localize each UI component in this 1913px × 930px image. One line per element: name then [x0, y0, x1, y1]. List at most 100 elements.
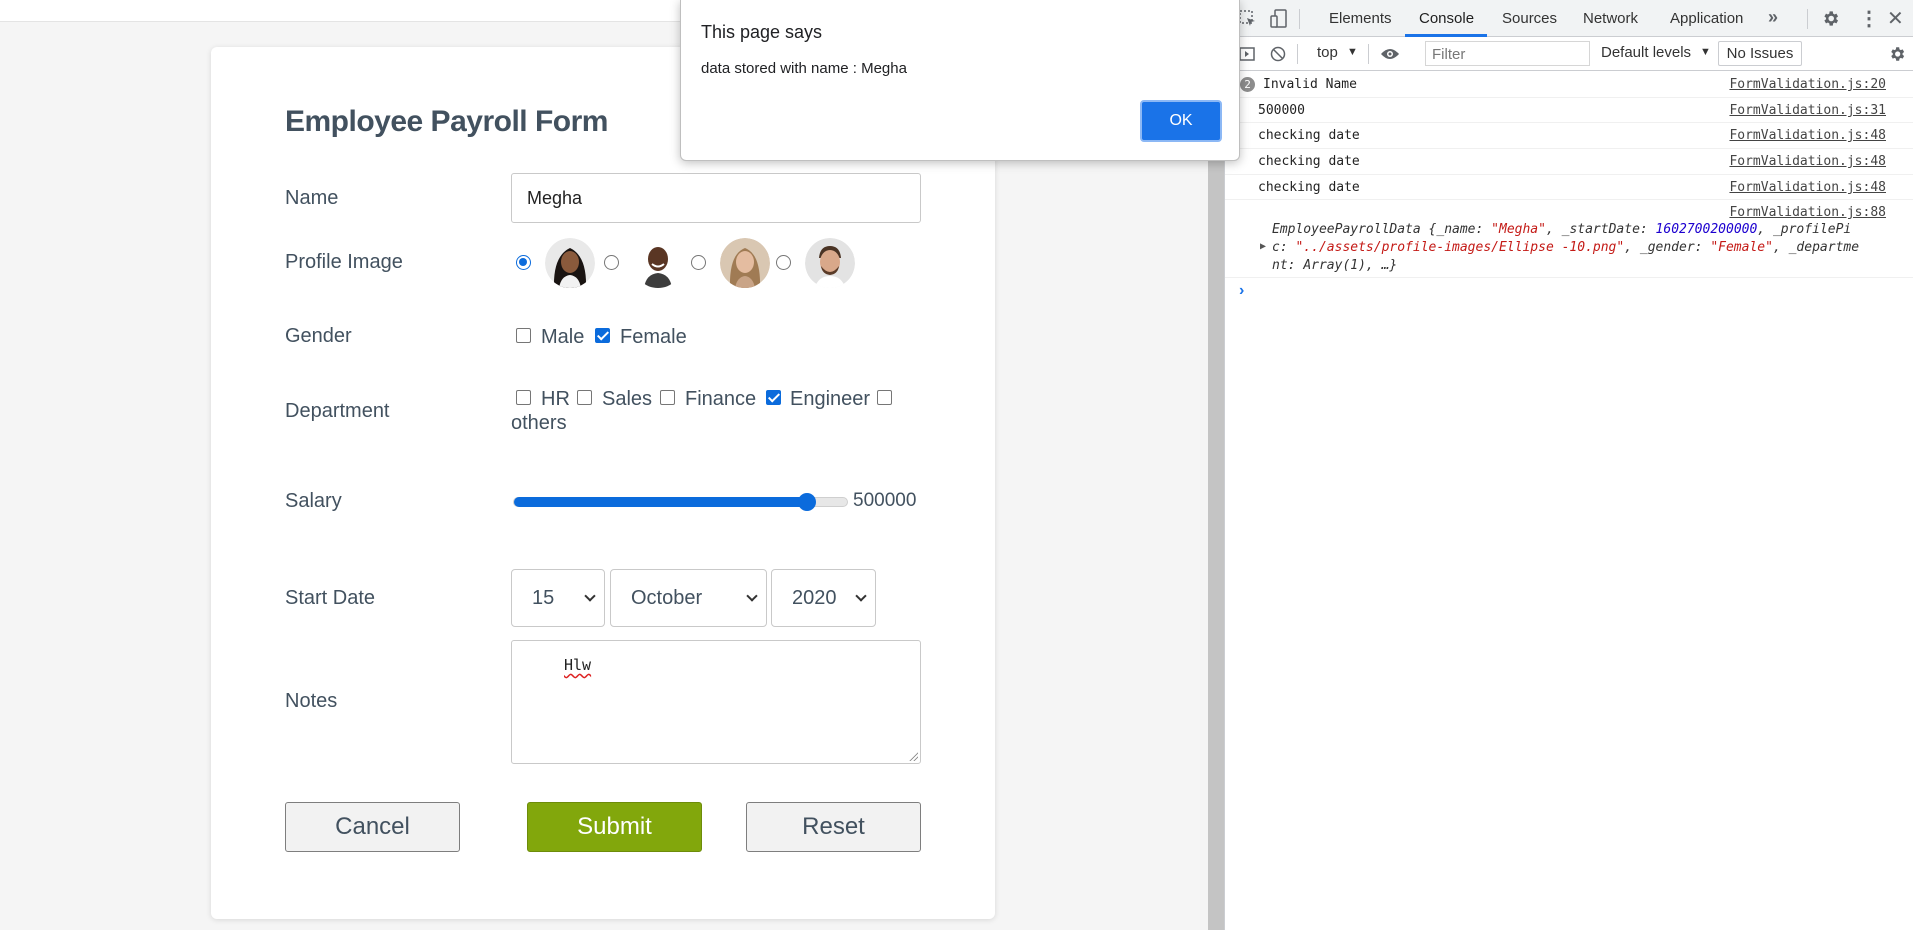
profile-radio-4[interactable]: [776, 255, 791, 270]
avatar-woman-dark-hair-icon[interactable]: [545, 238, 595, 288]
start-day-value: 15: [532, 586, 555, 609]
department-hr-checkbox[interactable]: [516, 390, 531, 405]
chevron-down-icon: [855, 590, 867, 602]
department-sales-checkbox[interactable]: [577, 390, 592, 405]
gender-female-label: Female: [620, 326, 687, 348]
department-hr-label: HR: [541, 388, 570, 410]
more-tabs-icon[interactable]: »: [1768, 7, 1778, 28]
sidebar-toggle-icon[interactable]: [1239, 46, 1255, 62]
log-levels-select[interactable]: Default levels: [1601, 44, 1691, 61]
avatar-man-beard-icon[interactable]: [805, 238, 855, 288]
console-source-link[interactable]: FormValidation.js:88: [1729, 205, 1886, 220]
object-value: 1602700200000: [1655, 222, 1758, 237]
notes-label: Notes: [285, 690, 338, 712]
object-key: _name:: [1436, 222, 1484, 237]
console-message-row: checking date FormValidation.js:48: [1225, 175, 1913, 200]
department-others-label: others: [511, 412, 567, 434]
avatar-woman-light-hair-icon[interactable]: [720, 238, 770, 288]
gender-label: Gender: [285, 325, 352, 347]
department-finance-checkbox[interactable]: [660, 390, 675, 405]
reset-button[interactable]: Reset: [746, 802, 921, 852]
object-key: c:: [1272, 240, 1288, 255]
avatar-man-bald-icon[interactable]: [633, 238, 683, 288]
settings-gear-icon[interactable]: [1821, 9, 1840, 28]
department-engineer-checkbox[interactable]: [766, 390, 781, 405]
live-expression-eye-icon[interactable]: [1380, 47, 1400, 61]
profile-radio-1[interactable]: [516, 255, 531, 270]
department-others-checkbox[interactable]: [877, 390, 892, 405]
console-settings-gear-icon[interactable]: [1888, 45, 1906, 63]
tab-application[interactable]: Application: [1670, 10, 1743, 27]
repeat-count-badge: 2: [1240, 77, 1255, 92]
console-source-link[interactable]: FormValidation.js:48: [1729, 154, 1886, 169]
submit-button[interactable]: Submit: [527, 802, 702, 852]
form-title: Employee Payroll Form: [285, 105, 608, 138]
close-icon[interactable]: ✕: [1887, 6, 1904, 31]
dialog-ok-button[interactable]: OK: [1140, 100, 1222, 142]
department-label: Department: [285, 400, 390, 422]
device-toolbar-icon[interactable]: [1270, 9, 1288, 29]
object-class-name: EmployeePayrollData: [1272, 222, 1421, 237]
console-toolbar: top ▼ Filter Default levels ▼ No Issues: [1225, 37, 1913, 71]
object-log-line-1: EmployeePayrollData {_name: "Megha", _st…: [1272, 222, 1852, 237]
toolbar-divider: [1807, 9, 1808, 29]
salary-slider-thumb[interactable]: [798, 493, 817, 511]
console-source-link[interactable]: FormValidation.js:48: [1729, 128, 1886, 143]
context-dropdown-icon[interactable]: ▼: [1347, 46, 1358, 58]
console-prompt-icon[interactable]: ›: [1239, 282, 1244, 300]
start-date-label: Start Date: [285, 587, 376, 609]
console-message-text: 500000: [1258, 103, 1305, 118]
toolbar-divider: [1299, 9, 1300, 29]
gender-male-checkbox[interactable]: [516, 328, 531, 343]
console-object-row: FormValidation.js:88 EmployeePayrollData…: [1225, 200, 1913, 278]
start-day-select[interactable]: 15: [511, 569, 605, 627]
start-year-select[interactable]: 2020: [771, 569, 876, 627]
dialog-title: This page says: [701, 22, 823, 42]
tab-network[interactable]: Network: [1583, 10, 1638, 27]
console-source-link[interactable]: FormValidation.js:31: [1729, 103, 1886, 118]
tab-console[interactable]: Console: [1419, 10, 1474, 27]
clear-console-icon[interactable]: [1270, 46, 1286, 62]
tab-sources[interactable]: Sources: [1502, 10, 1557, 27]
object-value: "../assets/profile-images/Ellipse -10.pn…: [1295, 240, 1625, 255]
context-select[interactable]: top: [1317, 44, 1338, 61]
profile-radio-2[interactable]: [604, 255, 619, 270]
object-key: _gender:: [1639, 240, 1703, 255]
salary-slider[interactable]: [513, 493, 848, 511]
console-message-text: checking date: [1258, 180, 1360, 195]
salary-label: Salary: [285, 490, 342, 512]
inspect-element-icon[interactable]: [1239, 10, 1257, 28]
profile-radio-3[interactable]: [691, 255, 706, 270]
name-input[interactable]: Megha: [511, 173, 921, 223]
object-value: "Megha": [1491, 222, 1546, 237]
tab-elements[interactable]: Elements: [1329, 10, 1392, 27]
salary-value: 500000: [853, 490, 917, 511]
gender-male-label: Male: [541, 326, 585, 348]
object-key: _profilePi: [1772, 222, 1852, 237]
console-message-text: checking date: [1258, 128, 1360, 143]
resize-grip-icon[interactable]: [908, 751, 918, 761]
console-source-link[interactable]: FormValidation.js:48: [1729, 180, 1886, 195]
object-key: _startDate:: [1561, 222, 1648, 237]
chevron-down-icon: [746, 590, 758, 602]
cancel-button[interactable]: Cancel: [285, 802, 460, 852]
console-source-link[interactable]: FormValidation.js:20: [1729, 77, 1886, 92]
start-month-value: October: [631, 586, 703, 609]
name-label: Name: [285, 187, 339, 209]
kebab-menu-icon[interactable]: ⋮: [1859, 6, 1879, 31]
console-message-text: checking date: [1258, 154, 1360, 169]
issues-button[interactable]: No Issues: [1718, 41, 1802, 66]
object-log-line-2: c: "../assets/profile-images/Ellipse -10…: [1272, 240, 1860, 255]
department-sales-label: Sales: [602, 388, 653, 410]
console-filter-input[interactable]: Filter: [1425, 41, 1590, 66]
expand-triangle-icon[interactable]: ▶: [1260, 241, 1266, 252]
payroll-form-card: Employee Payroll Form Name Megha Profile…: [211, 47, 995, 919]
gender-female-checkbox[interactable]: [595, 328, 610, 343]
levels-dropdown-icon[interactable]: ▼: [1700, 46, 1711, 58]
console-message-row: checking date FormValidation.js:48: [1225, 149, 1913, 175]
notes-textarea[interactable]: Hlw: [511, 640, 921, 764]
start-month-select[interactable]: October: [610, 569, 767, 627]
console-message-row: checking date FormValidation.js:48: [1225, 123, 1913, 149]
object-value: Array(1), …}: [1303, 258, 1398, 273]
object-key: _departme: [1788, 240, 1860, 255]
